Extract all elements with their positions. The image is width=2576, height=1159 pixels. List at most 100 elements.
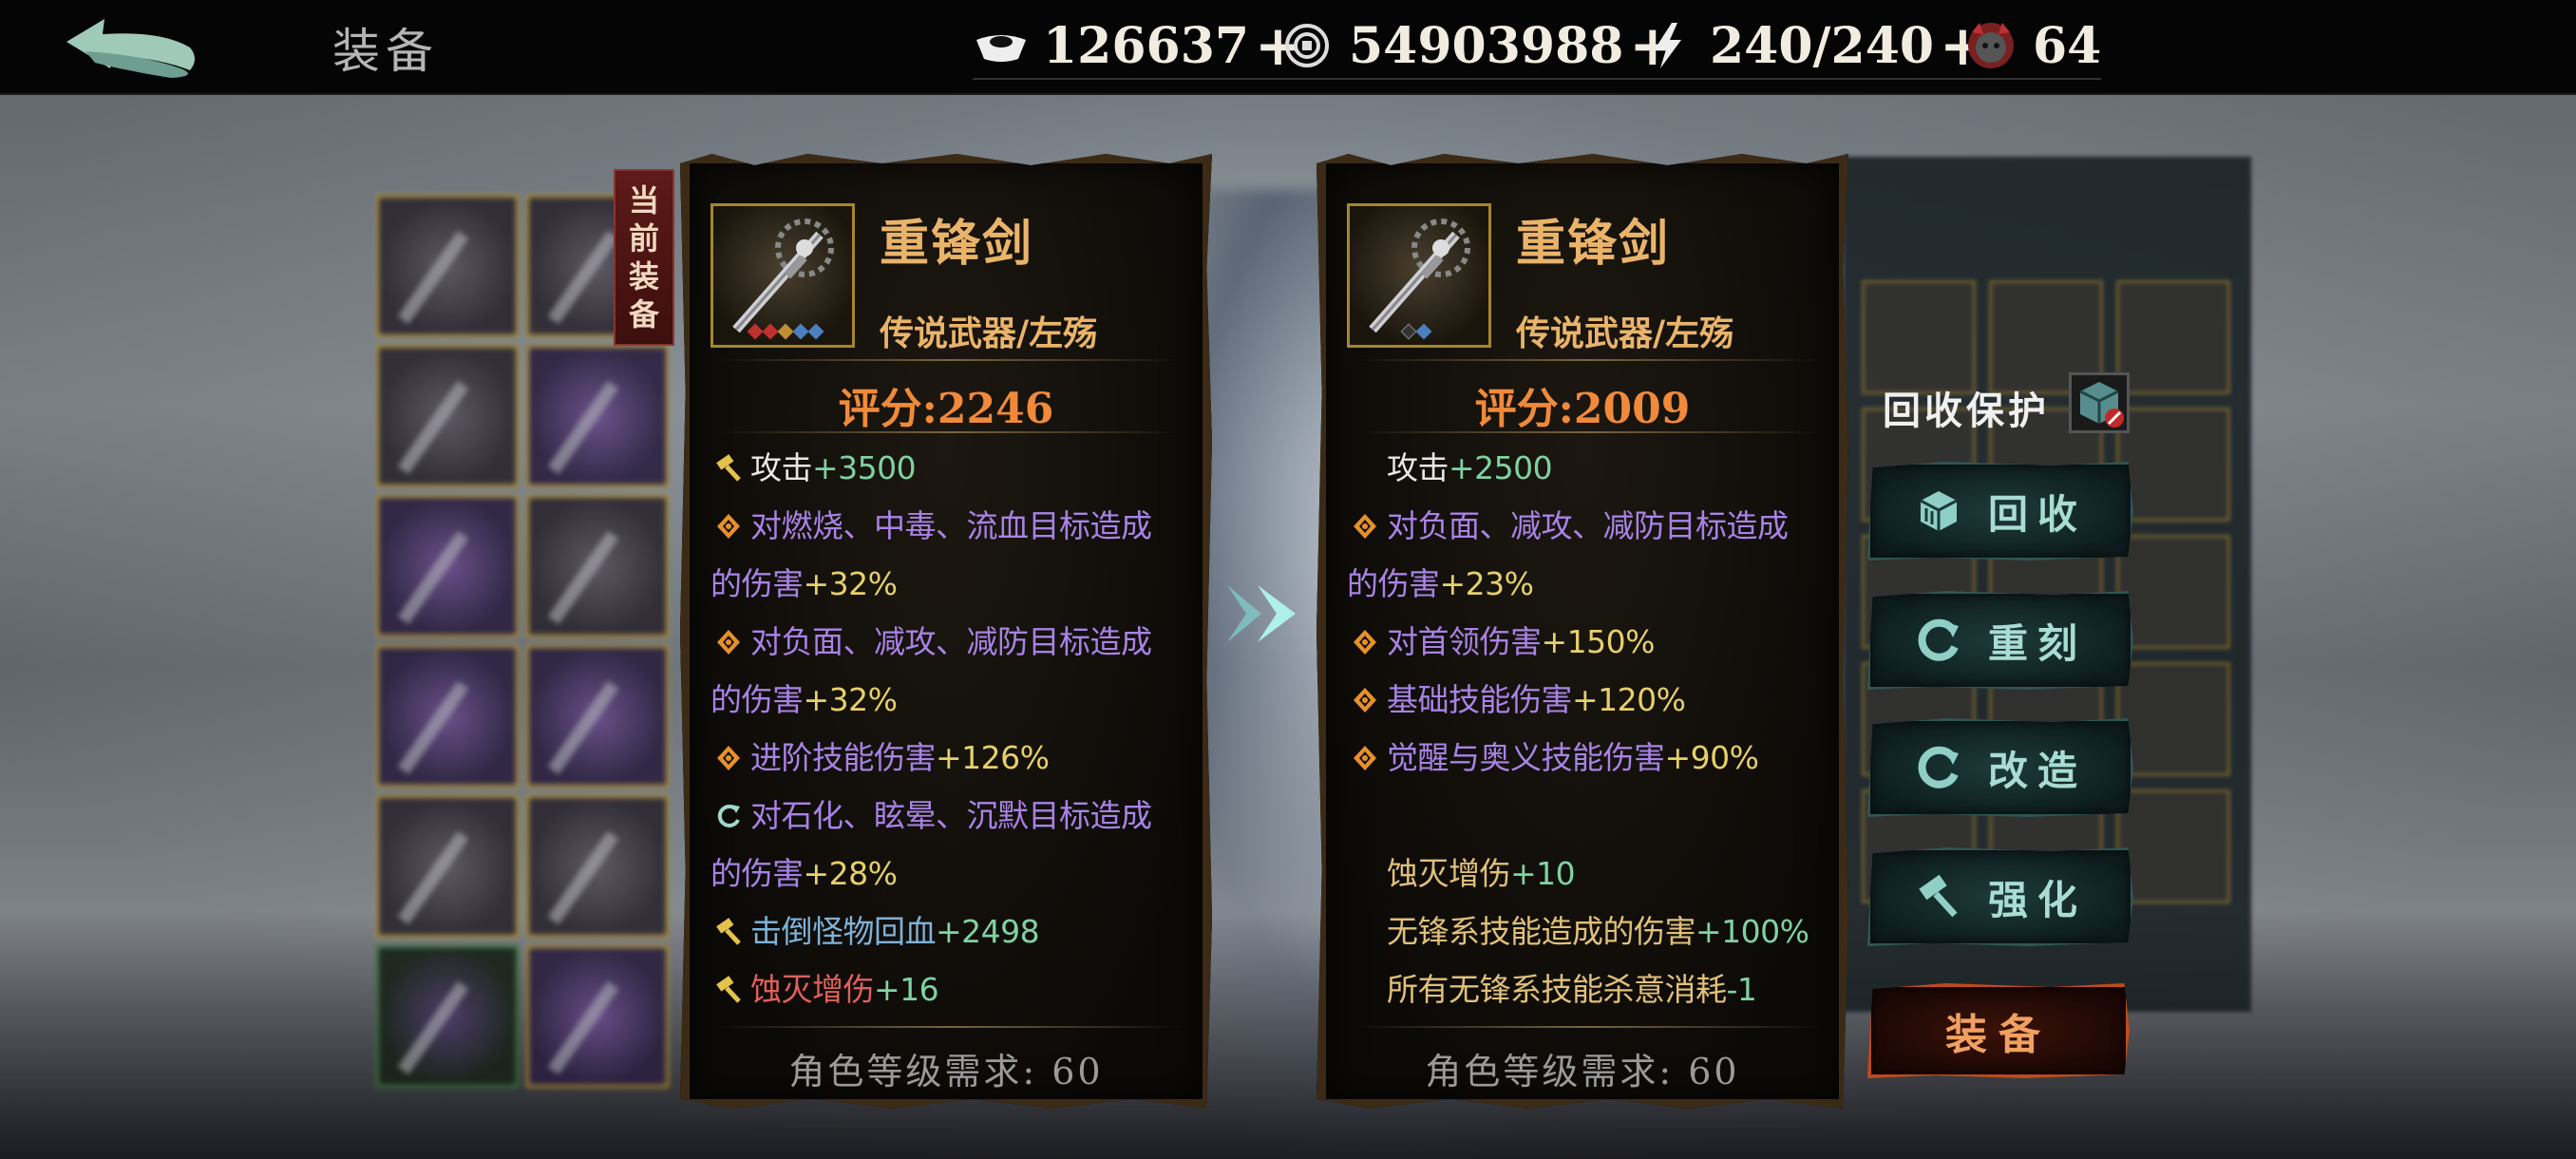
inventory-slot[interactable] [376, 945, 519, 1088]
gold-gem-icon [777, 323, 794, 340]
diamond-icon [1349, 684, 1381, 716]
inventory-slot[interactable] [376, 195, 519, 337]
mask-value: 64 [2033, 16, 2102, 75]
inventory-slot[interactable] [2116, 280, 2230, 394]
item-score: 评分:2009 [1474, 385, 1691, 433]
stat-line: 所有无锋系技能杀意消耗-1 [1347, 960, 1831, 1018]
level-requirement: 角色等级需求: 60 [1425, 1051, 1740, 1092]
item-type: 传说武器/左殇 [880, 314, 1098, 353]
divider [1354, 359, 1820, 361]
stat-list: 攻击+2500 对负面、减攻、减防目标造成 的伤害+23% 对首领伤害+150% 基础技… [1347, 439, 1831, 1018]
item-sword-icon[interactable] [1347, 203, 1491, 348]
equip-button[interactable]: 装备 [1867, 983, 2130, 1078]
blue-gem-icon [1415, 323, 1432, 340]
button-label: 装备 [1945, 1011, 2052, 1059]
hammer-icon [712, 974, 745, 1006]
stat-line: 对首领伤害+150% [1347, 613, 1831, 671]
stat-text: +90% [1664, 739, 1760, 776]
stat-text: 基础技能伤害 [1387, 681, 1573, 718]
inventory-slot[interactable] [2116, 662, 2230, 776]
inventory-slot[interactable] [376, 795, 519, 938]
stat-text: 觉醒与奥义技能伤害 [1387, 739, 1665, 776]
inventory-slot[interactable] [526, 645, 669, 788]
cube-icon [1914, 486, 1963, 536]
button-label: 改造 [1987, 747, 2087, 794]
tag-char: 装 [628, 258, 659, 294]
stat-line: 攻击+3500 [710, 439, 1195, 497]
enhance-button[interactable]: 强化 [1867, 847, 2133, 946]
modify-button[interactable]: 改造 [1867, 718, 2133, 817]
item-name: 重锋剑 [1516, 215, 1671, 273]
refresh-icon [712, 800, 745, 832]
empty-gem-icon [1400, 323, 1417, 340]
stat-text: +2498 [936, 913, 1040, 950]
inventory-slot[interactable] [526, 495, 669, 637]
compare-item-panel: 重锋剑 传说武器/左殇 评分:2009 攻击+2500 对负面、减攻、减防目标造成… [1316, 154, 1848, 1109]
current-equipped-tag: 当 前 装 备 [614, 169, 674, 346]
stat-text: +32% [803, 565, 899, 602]
stat-line: 基础技能伤害+120% [1347, 671, 1831, 729]
stat-text: 击倒怪物回血 [750, 913, 937, 950]
stat-line-continued: 的伤害+28% [710, 845, 1195, 902]
stamina-resource[interactable]: 240/240 + [1639, 13, 1986, 80]
stat-text: 进阶技能伤害 [750, 739, 937, 776]
stat-text: 的伤害 [1347, 565, 1440, 602]
stat-text: 对首领伤害 [1387, 623, 1542, 660]
lightning-icon [1639, 17, 1696, 74]
stat-text: 的伤害 [710, 565, 804, 602]
back-arrow-icon [66, 19, 195, 78]
divider [1354, 1026, 1820, 1028]
gem-sockets [747, 323, 824, 340]
compare-arrow-icon [1223, 576, 1309, 652]
stat-line: 对负面、减攻、减防目标造成 [710, 613, 1195, 671]
stat-text: +28% [803, 855, 899, 892]
divider [1354, 431, 1820, 433]
refresh-icon [1914, 616, 1963, 665]
stat-text: 的伤害 [710, 855, 804, 892]
stat-line: 蚀灭增伤+10 [1347, 845, 1831, 902]
stat-line-continued: 的伤害+32% [710, 671, 1195, 729]
inventory-slot[interactable] [2116, 408, 2230, 522]
recycle-button[interactable]: 回收 [1867, 462, 2133, 560]
inventory-slot[interactable] [376, 645, 519, 788]
stat-text: 对负面、减攻、减防目标造成 [750, 623, 1152, 660]
stat-line-continued: 的伤害+23% [1347, 555, 1831, 613]
stat-text: 对负面、减攻、减防目标造成 [1387, 507, 1789, 544]
gem-sockets [1400, 323, 1432, 340]
inventory-slot[interactable] [2116, 535, 2230, 649]
page-title: 装备 [332, 24, 439, 79]
inventory-slot[interactable] [376, 345, 519, 487]
coin-icon [1279, 17, 1335, 74]
top-bar: 装备 126637 + 54903988 + 240/240 + 64 [0, 0, 2576, 95]
blue-gem-icon [807, 323, 824, 340]
level-requirement: 角色等级需求: 60 [788, 1051, 1104, 1092]
stat-text: 无锋系技能造成的伤害 [1387, 913, 1696, 950]
reforge-button[interactable]: 重刻 [1867, 591, 2133, 690]
stat-line [1347, 787, 1831, 845]
stat-text: +150% [1541, 623, 1656, 660]
stamina-value: 240/240 [1710, 16, 1935, 75]
inventory-slot[interactable] [376, 495, 519, 637]
stat-text: 蚀灭增伤 [1387, 855, 1511, 892]
item-sword-icon[interactable] [710, 203, 855, 348]
stat-text: +100% [1695, 913, 1809, 950]
inventory-slot[interactable] [1862, 280, 1976, 394]
stat-text: +32% [803, 681, 899, 718]
inventory-slot[interactable] [2116, 789, 2230, 903]
item-type: 传说武器/左殇 [1516, 314, 1734, 353]
hammer-icon [712, 452, 745, 484]
stat-text: +3500 [812, 449, 917, 486]
silver-resource[interactable]: 126637 + [973, 13, 1301, 80]
item-name: 重锋剑 [880, 215, 1034, 273]
inventory-slot[interactable] [526, 345, 669, 487]
back-button[interactable] [57, 13, 209, 82]
coin-value: 54903988 [1349, 16, 1624, 75]
inventory-slot[interactable] [526, 795, 669, 938]
inventory-slot[interactable] [526, 945, 669, 1088]
stat-text: +126% [936, 739, 1050, 776]
mask-resource[interactable]: 64 [1962, 13, 2102, 80]
diamond-icon [712, 742, 745, 774]
recycle-protect-toggle[interactable] [2069, 372, 2130, 433]
stat-line: 攻击+2500 [1347, 439, 1831, 497]
coin-resource[interactable]: 54903988 + [1279, 13, 1676, 80]
